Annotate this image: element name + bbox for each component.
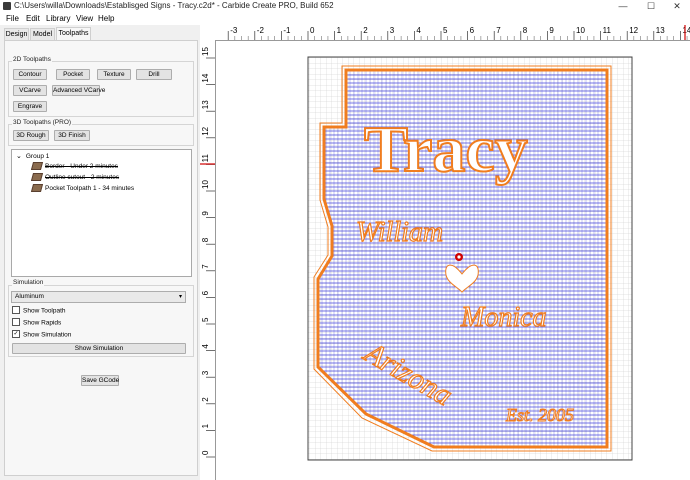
ruler-label: 9 bbox=[549, 26, 554, 35]
ruler-label: 5 bbox=[201, 317, 210, 322]
show-simulation-label: Show Simulation bbox=[23, 331, 72, 339]
tab-design[interactable]: Design bbox=[4, 28, 29, 40]
show-toolpath-label: Show Toolpath bbox=[23, 307, 66, 315]
ruler-label: 15 bbox=[201, 47, 210, 56]
show-rapids-checkbox[interactable]: Show Rapids bbox=[12, 318, 62, 328]
show-rapids-label: Show Rapids bbox=[23, 319, 62, 327]
tab-bar: Design Model Toolpaths bbox=[0, 27, 200, 40]
drill-button[interactable]: Drill bbox=[136, 69, 172, 80]
ruler-label: 6 bbox=[201, 290, 210, 295]
ruler-label: -2 bbox=[257, 26, 265, 35]
ruler-label: 2 bbox=[201, 397, 210, 402]
ruler-label: 12 bbox=[629, 26, 638, 35]
ruler-label: 8 bbox=[523, 26, 528, 35]
label-2d-toolpaths: 2D Toolpaths bbox=[12, 56, 52, 63]
vcarve-button[interactable]: VCarve bbox=[13, 85, 47, 96]
contour-button[interactable]: Contour bbox=[13, 69, 47, 80]
tree-item-label: Pocket Toolpath 1 - 34 minutes bbox=[45, 185, 135, 192]
pocket-button[interactable]: Pocket bbox=[56, 69, 90, 80]
ruler-label: 14 bbox=[682, 26, 690, 35]
ruler-label: 2 bbox=[363, 26, 368, 35]
label-simulation: Simulation bbox=[12, 279, 45, 286]
ruler-label: 0 bbox=[310, 26, 315, 35]
engrave-button[interactable]: Engrave bbox=[13, 101, 47, 112]
horizontal-ruler: -3-2-101234567891011121314 bbox=[200, 25, 690, 41]
ruler-label: 13 bbox=[656, 26, 665, 35]
menu-view[interactable]: View bbox=[76, 13, 93, 25]
ruler-label: 0 bbox=[201, 450, 210, 455]
ruler-label: 11 bbox=[201, 154, 210, 163]
menu-edit[interactable]: Edit bbox=[26, 13, 40, 25]
ruler-label: -3 bbox=[230, 26, 238, 35]
ruler-label: 1 bbox=[201, 423, 210, 428]
tree-group-label: Group 1 bbox=[25, 153, 50, 160]
ruler-label: -1 bbox=[283, 26, 291, 35]
ruler-label: 10 bbox=[576, 26, 585, 35]
show-simulation-checkbox[interactable]: ✓ Show Simulation bbox=[12, 330, 72, 340]
ruler-label: 4 bbox=[416, 26, 421, 35]
tree-item[interactable]: Outline cutout - 2 minutes bbox=[30, 173, 120, 182]
tree-item[interactable]: Border - Under 2 minutes bbox=[30, 162, 118, 171]
toolpath-icon bbox=[30, 173, 44, 182]
menu-file[interactable]: File bbox=[6, 13, 19, 25]
ruler-label: 7 bbox=[201, 264, 210, 269]
tab-model[interactable]: Model bbox=[30, 28, 55, 40]
show-toolpath-checkbox[interactable]: Show Toolpath bbox=[12, 306, 66, 316]
material-value: Aluminum bbox=[15, 293, 44, 300]
maximize-button[interactable]: ☐ bbox=[638, 0, 664, 13]
toolpath-tree[interactable]: ⌄ Group 1 Border - Under 2 minutes Outlin… bbox=[11, 149, 192, 277]
toolpath-icon bbox=[30, 162, 44, 171]
ruler-label: 7 bbox=[496, 26, 501, 35]
tab-toolpaths[interactable]: Toolpaths bbox=[56, 27, 91, 40]
minimize-button[interactable]: — bbox=[610, 0, 636, 13]
toolpath-icon bbox=[30, 184, 44, 193]
material-select[interactable]: Aluminum ▾ bbox=[11, 291, 186, 303]
advanced-vcarve-button[interactable]: Advanced VCarve bbox=[52, 85, 105, 96]
window-title: C:\Users\willa\Downloads\Establisged Sig… bbox=[14, 1, 334, 10]
design-title-text: Tracy bbox=[364, 113, 528, 186]
design-canvas[interactable]: Tracy William Monica Arizona Est. 2005 bbox=[216, 41, 690, 480]
save-gcode-button[interactable]: Save GCode bbox=[81, 375, 119, 386]
menu-bar: File Edit Library View Help bbox=[0, 13, 690, 25]
menu-help[interactable]: Help bbox=[98, 13, 114, 25]
ruler-label: 1 bbox=[337, 26, 342, 35]
close-button[interactable]: ✕ bbox=[664, 0, 690, 13]
menu-library[interactable]: Library bbox=[46, 13, 70, 25]
ruler-label: 13 bbox=[201, 100, 210, 109]
ruler-label: 12 bbox=[201, 126, 210, 135]
tree-item-label: Outline cutout - 2 minutes bbox=[45, 174, 120, 181]
vertical-ruler: 15 14 13 12 11 10 9 8 7 6 5 4 3 2 1 0 bbox=[200, 40, 216, 480]
ruler-label: 10 bbox=[201, 180, 210, 189]
tree-item[interactable]: Pocket Toolpath 1 - 34 minutes bbox=[30, 184, 135, 193]
ruler-label: 3 bbox=[201, 370, 210, 375]
checkbox-box bbox=[12, 306, 20, 314]
texture-button[interactable]: Texture bbox=[97, 69, 131, 80]
show-simulation-button[interactable]: Show Simulation bbox=[12, 343, 186, 354]
3d-rough-button[interactable]: 3D Rough bbox=[13, 130, 49, 141]
chevron-down-icon[interactable]: ⌄ bbox=[16, 153, 22, 160]
chevron-down-icon: ▾ bbox=[178, 294, 182, 300]
check-icon: ✓ bbox=[12, 330, 20, 338]
title-bar: C:\Users\willa\Downloads\Establisged Sig… bbox=[0, 0, 690, 13]
design-name2-text: Monica bbox=[460, 302, 547, 333]
design-name1-text: William bbox=[356, 217, 443, 248]
tree-item-label: Border - Under 2 minutes bbox=[45, 163, 118, 170]
ruler-label: 6 bbox=[470, 26, 475, 35]
ruler-label: 11 bbox=[603, 26, 612, 35]
ruler-label: 14 bbox=[201, 73, 210, 82]
tree-group[interactable]: ⌄ Group 1 bbox=[16, 152, 49, 161]
checkbox-box bbox=[12, 318, 20, 326]
ruler-label: 8 bbox=[201, 237, 210, 242]
tool-position-icon bbox=[455, 253, 463, 261]
design-est-text: Est. 2005 bbox=[505, 405, 574, 425]
app-icon bbox=[3, 2, 11, 10]
ruler-label: 3 bbox=[390, 26, 395, 35]
ruler-label: 4 bbox=[201, 344, 210, 349]
toolpaths-panel: 2D Toolpaths Contour Pocket Texture Dril… bbox=[4, 40, 198, 476]
3d-finish-button[interactable]: 3D Finish bbox=[54, 130, 90, 141]
ruler-label: 9 bbox=[201, 211, 210, 216]
ruler-label: 5 bbox=[443, 26, 448, 35]
label-3d-toolpaths: 3D Toolpaths (PRO) bbox=[12, 119, 73, 126]
